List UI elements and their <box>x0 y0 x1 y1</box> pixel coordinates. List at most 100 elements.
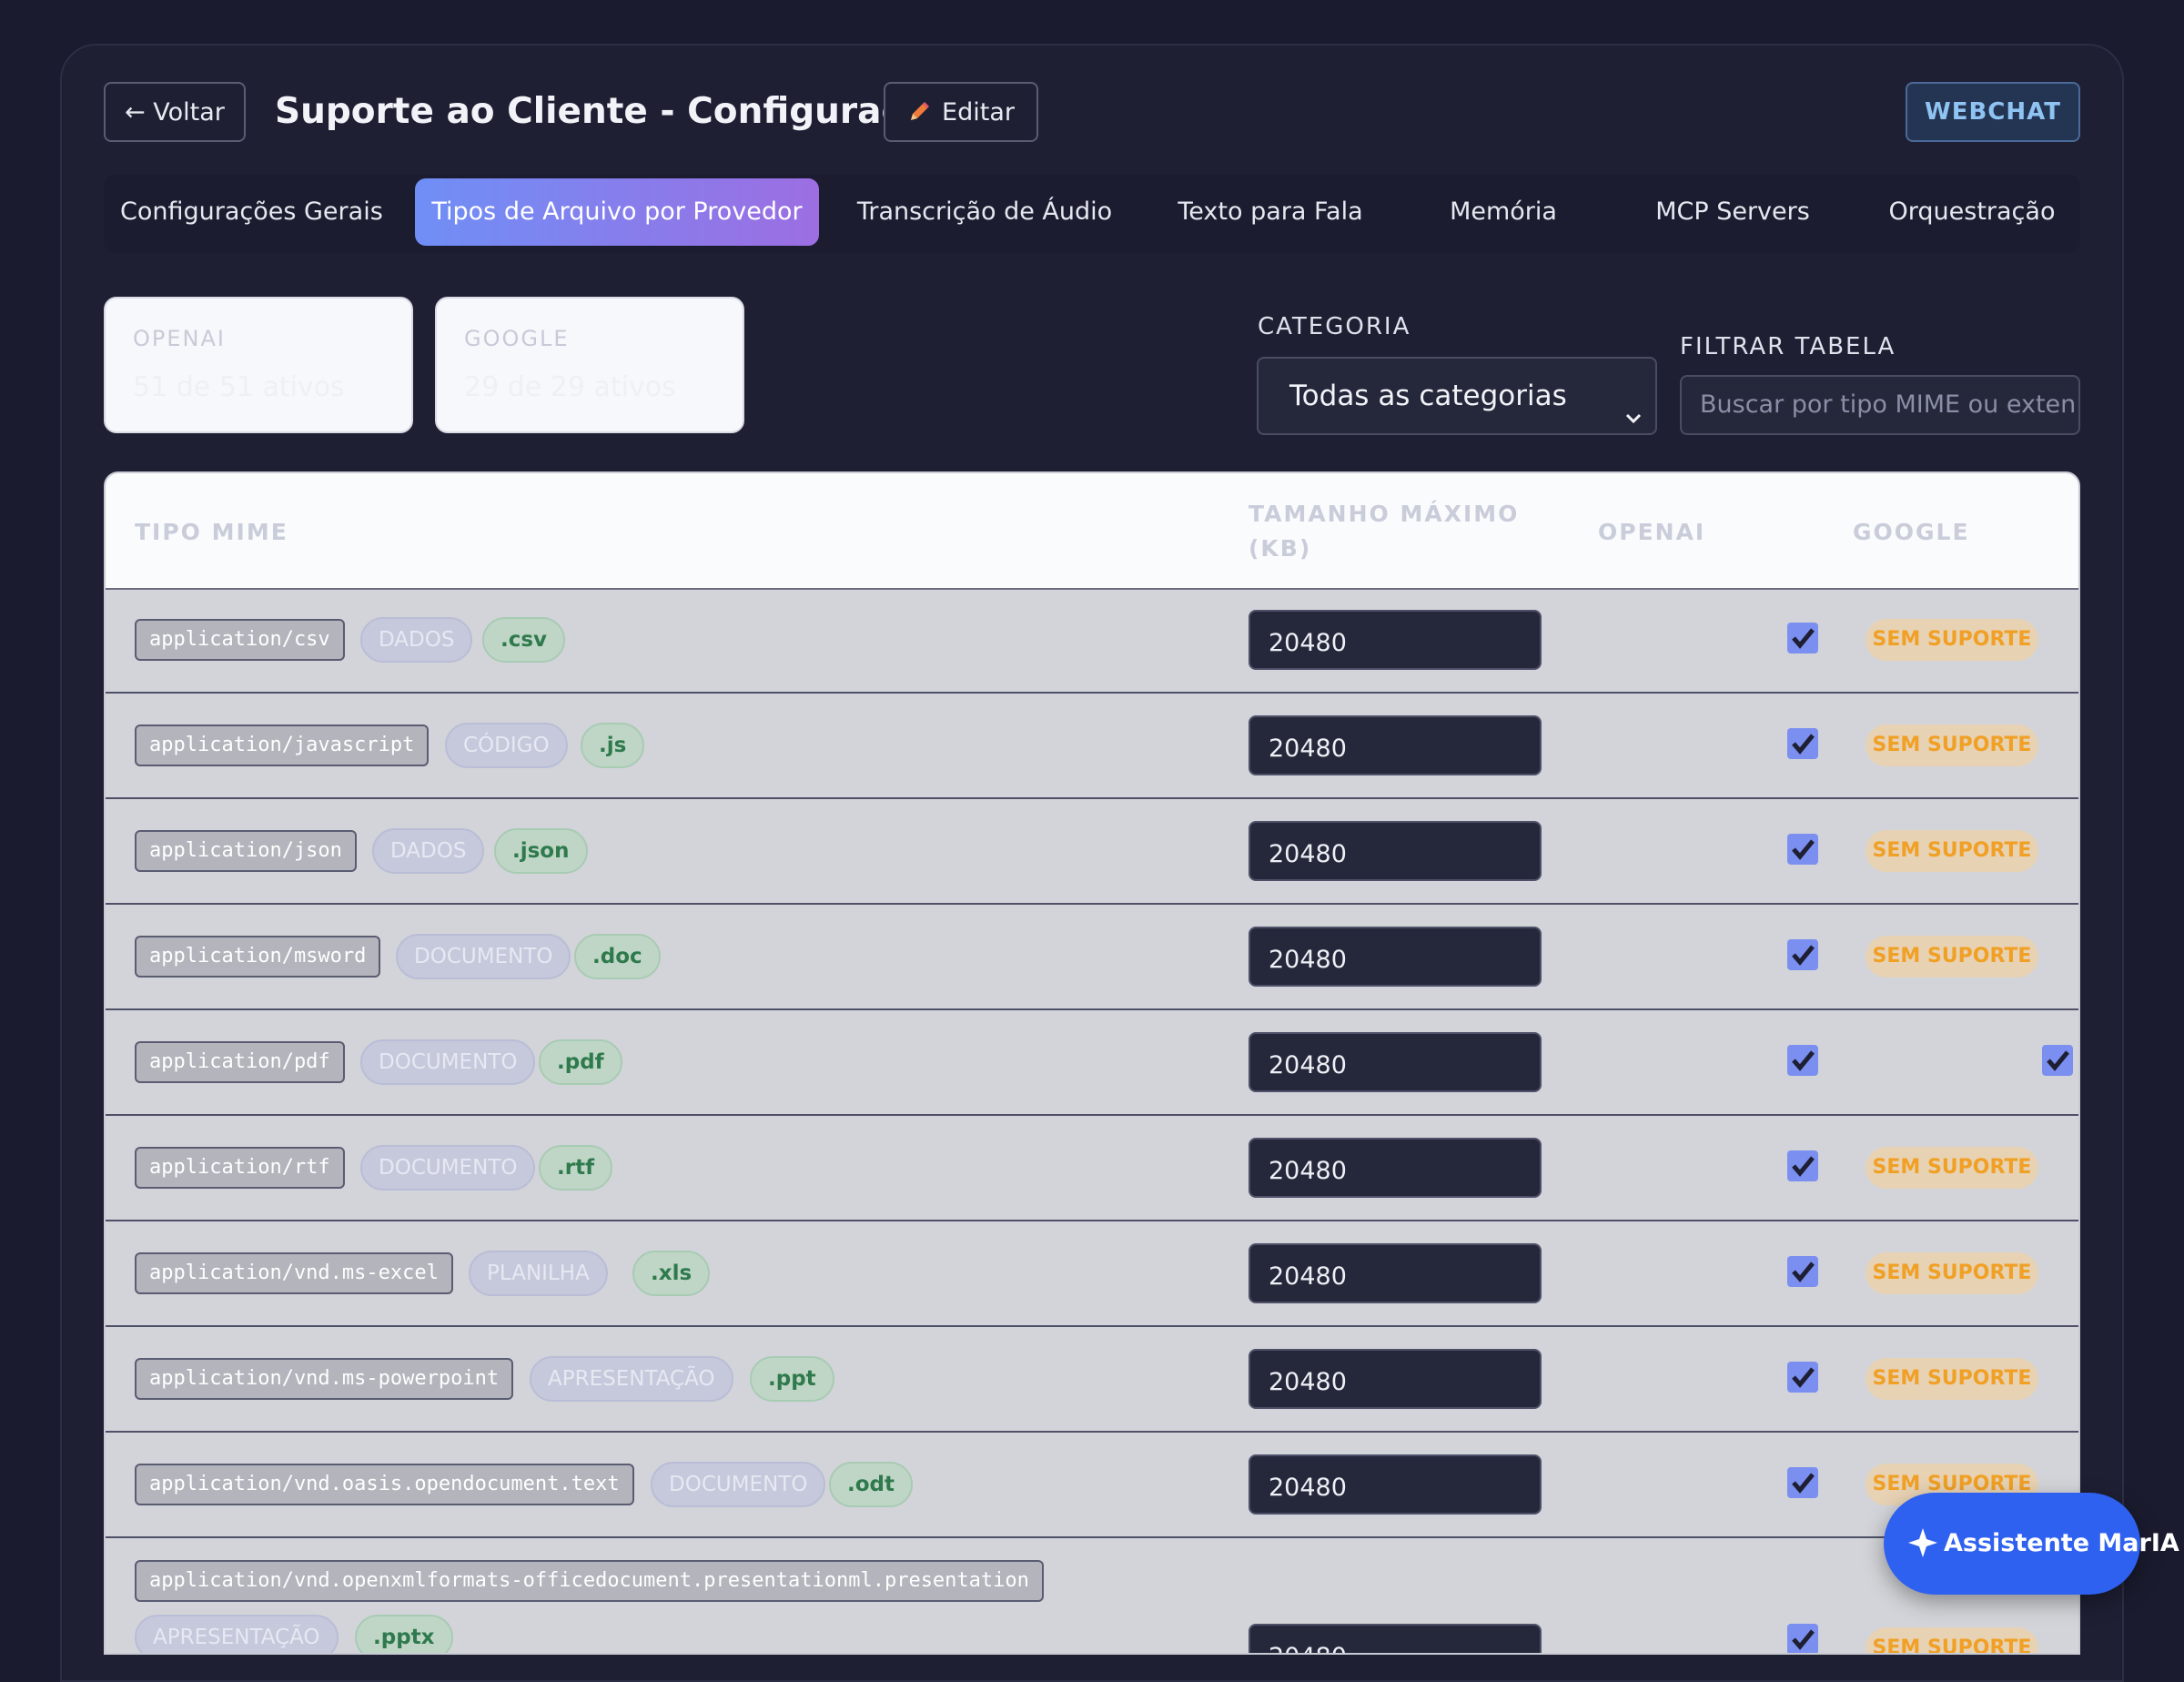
max-size-input[interactable]: 20480 <box>1249 927 1542 987</box>
no-support-badge: SEM SUPORTE <box>1866 1147 2038 1189</box>
mime-type-label: application/msword <box>135 936 381 978</box>
stat-label: OPENAI <box>133 326 226 351</box>
assistant-label: Assistente MarIA <box>1944 1529 2179 1557</box>
table-row: application/vnd.ms-powerpoint APRESENTAÇÃ… <box>106 1327 2078 1433</box>
extension-badge: .json <box>494 828 588 874</box>
column-header-mime: TIPO MIME <box>135 519 288 545</box>
no-support-badge: SEM SUPORTE <box>1866 1358 2038 1400</box>
tab-tipos-de-arquivo[interactable]: Tipos de Arquivo por Provedor <box>415 178 819 246</box>
category-badge: DOCUMENTO <box>651 1462 826 1507</box>
edit-button[interactable]: Editar <box>884 82 1038 142</box>
tab-memoria[interactable]: Memória <box>1414 178 1592 246</box>
mime-type-label: application/javascript <box>135 724 430 766</box>
category-badge: APRESENTAÇÃO <box>530 1356 733 1402</box>
mime-type-label: application/vnd.ms-powerpoint <box>135 1358 514 1400</box>
chevron-down-icon <box>1624 380 1643 424</box>
max-size-input[interactable]: 20480 <box>1249 715 1542 775</box>
category-badge: PLANILHA <box>469 1251 608 1296</box>
tab-mcp-servers[interactable]: MCP Servers <box>1642 178 1824 246</box>
category-badge: DOCUMENTO <box>360 1145 536 1191</box>
openai-checkbox[interactable] <box>1787 939 1818 970</box>
table-row: application/msword DOCUMENTO .doc 20480 SEM … <box>106 905 2078 1010</box>
stat-label: GOOGLE <box>464 326 570 351</box>
table-row: application/vnd.oasis.opendocument.text D… <box>106 1433 2078 1538</box>
no-support-badge: SEM SUPORTE <box>1866 830 2038 872</box>
openai-checkbox[interactable] <box>1787 1362 1818 1393</box>
tab-transcricao-de-audio[interactable]: Transcrição de Áudio <box>841 178 1128 246</box>
assistant-button[interactable]: Assistente MarIA <box>1884 1493 2179 1595</box>
openai-checkbox[interactable] <box>1787 1256 1818 1287</box>
openai-checkbox[interactable] <box>1787 623 1818 654</box>
file-types-table: TIPO MIME TAMANHO MÁXIMO (KB) OPENAI GOO… <box>104 471 2080 1655</box>
mime-type-label: application/vnd.ms-excel <box>135 1252 453 1294</box>
extension-badge: .doc <box>574 934 661 979</box>
category-select-value: Todas as categorias <box>1289 380 1567 412</box>
openai-checkbox[interactable] <box>1787 1150 1818 1181</box>
extension-badge: .pdf <box>539 1039 622 1085</box>
no-support-badge: SEM SUPORTE <box>1866 936 2038 978</box>
category-select[interactable]: Todas as categorias <box>1257 357 1657 435</box>
page-title: Suporte ao Cliente - Configurações <box>275 91 973 132</box>
table-row: application/vnd.ms-excel PLANILHA .xls 2048… <box>106 1221 2078 1327</box>
openai-checkbox[interactable] <box>1787 1624 1818 1653</box>
tab-orquestracao[interactable]: Orquestração <box>1869 178 2075 246</box>
mime-type-label: application/pdf <box>135 1041 345 1083</box>
max-size-input[interactable]: 20480 <box>1249 1624 1542 1653</box>
category-badge: DADOS <box>360 617 473 663</box>
openai-checkbox[interactable] <box>1787 1467 1818 1498</box>
tab-texto-para-fala[interactable]: Texto para Fala <box>1150 178 1390 246</box>
column-header-google: GOOGLE <box>1853 519 1970 545</box>
stat-card-openai: OPENAI 51 de 51 ativos <box>104 297 413 433</box>
back-button[interactable]: ← Voltar <box>104 82 246 142</box>
max-size-input[interactable]: 20480 <box>1249 1243 1542 1303</box>
stat-value: 51 de 51 ativos <box>133 371 345 403</box>
table-row: application/pdf DOCUMENTO .pdf 20480 <box>106 1010 2078 1116</box>
max-size-input[interactable]: 20480 <box>1249 1349 1542 1409</box>
openai-checkbox[interactable] <box>1787 728 1818 759</box>
max-size-input[interactable]: 20480 <box>1249 1454 1542 1515</box>
google-checkbox[interactable] <box>2042 1045 2073 1076</box>
column-header-max-size-line2: (KB) <box>1249 535 1312 562</box>
category-label: CATEGORIA <box>1258 313 1411 340</box>
extension-badge: .csv <box>482 617 566 663</box>
openai-checkbox[interactable] <box>1787 834 1818 865</box>
max-size-input[interactable]: 20480 <box>1249 821 1542 881</box>
search-label: FILTRAR TABELA <box>1680 333 1896 360</box>
mime-type-label: application/rtf <box>135 1147 345 1189</box>
webchat-button[interactable]: WEBCHAT <box>1906 82 2080 142</box>
search-input[interactable]: Buscar por tipo MIME ou exten <box>1680 375 2080 435</box>
stat-value: 29 de 29 ativos <box>464 371 676 403</box>
max-size-input[interactable]: 20480 <box>1249 610 1542 670</box>
extension-badge: .odt <box>829 1462 913 1507</box>
header: ← Voltar Suporte ao Cliente - Configuraç… <box>104 82 2080 142</box>
sparkle-icon <box>1907 1527 1938 1565</box>
table-header: TIPO MIME TAMANHO MÁXIMO (KB) OPENAI GOO… <box>106 473 2078 590</box>
stat-card-google: GOOGLE 29 de 29 ativos <box>435 297 744 433</box>
category-badge: DADOS <box>372 828 485 874</box>
category-badge: CÓDIGO <box>445 723 568 768</box>
mime-type-label: application/vnd.openxmlformats-officedoc… <box>135 1560 1044 1602</box>
extension-badge: .xls <box>632 1251 711 1296</box>
max-size-input[interactable]: 20480 <box>1249 1032 1542 1092</box>
extension-badge: .js <box>581 723 645 768</box>
no-support-badge: SEM SUPORTE <box>1866 1627 2038 1653</box>
no-support-badge: SEM SUPORTE <box>1866 724 2038 766</box>
table-row: application/javascript CÓDIGO .js 20480 SEM … <box>106 694 2078 799</box>
category-badge: DOCUMENTO <box>396 934 571 979</box>
mime-type-label: application/json <box>135 830 357 872</box>
extension-badge: .ppt <box>750 1356 834 1402</box>
pencil-icon <box>907 100 931 124</box>
max-size-input[interactable]: 20480 <box>1249 1138 1542 1198</box>
table-row: application/rtf DOCUMENTO .rtf 20480 SEM SUP… <box>106 1116 2078 1221</box>
column-header-openai: OPENAI <box>1598 519 1706 545</box>
table-row: application/vnd.openxmlformats-officedoc… <box>106 1538 2078 1653</box>
mime-type-label: application/vnd.oasis.opendocument.text <box>135 1464 634 1505</box>
extension-badge: .rtf <box>539 1145 613 1191</box>
tab-configuracoes-gerais[interactable]: Configurações Gerais <box>120 178 383 246</box>
extension-badge: .pptx <box>355 1615 453 1653</box>
no-support-badge: SEM SUPORTE <box>1866 619 2038 661</box>
column-header-max-size: TAMANHO MÁXIMO (KB) <box>1249 497 1519 566</box>
openai-checkbox[interactable] <box>1787 1045 1818 1076</box>
mime-type-label: application/csv <box>135 619 345 661</box>
category-badge: DOCUMENTO <box>360 1039 536 1085</box>
